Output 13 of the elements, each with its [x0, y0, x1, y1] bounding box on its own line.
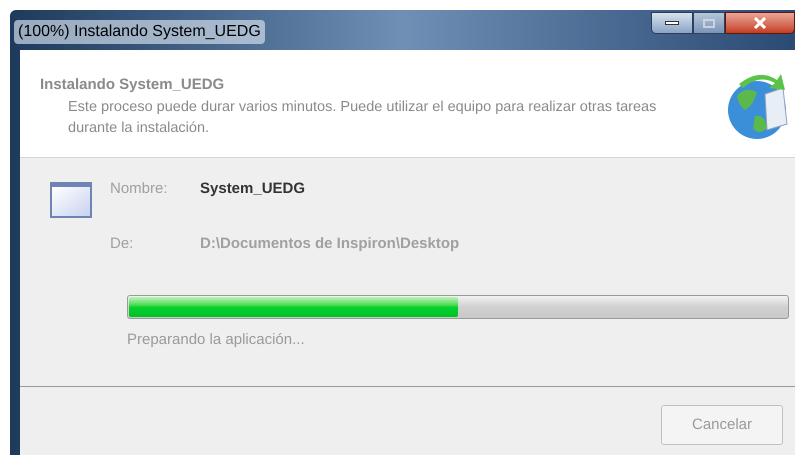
field-label: Nombre: — [110, 179, 169, 199]
field-value: System_UEDG — [200, 179, 306, 199]
maximize-button[interactable] — [693, 12, 725, 34]
close-button[interactable] — [725, 12, 795, 34]
application-icon — [50, 182, 92, 218]
field-value: D:\Documentos de Inspiron\Desktop — [200, 234, 460, 254]
field-label: De: — [110, 234, 134, 254]
window-title: (100%) Instalando System_UEDG — [14, 20, 265, 44]
header-description: Este proceso puede durar varios minutos. Puede utilizar el equipo para realizar otras tareas durante la instalación. — [68, 98, 658, 138]
minimize-button[interactable] — [651, 12, 693, 34]
header-title: Instalando System_UEDG — [40, 76, 226, 94]
status-text: Preparando la aplicación... — [127, 330, 306, 350]
close-icon — [753, 17, 767, 29]
